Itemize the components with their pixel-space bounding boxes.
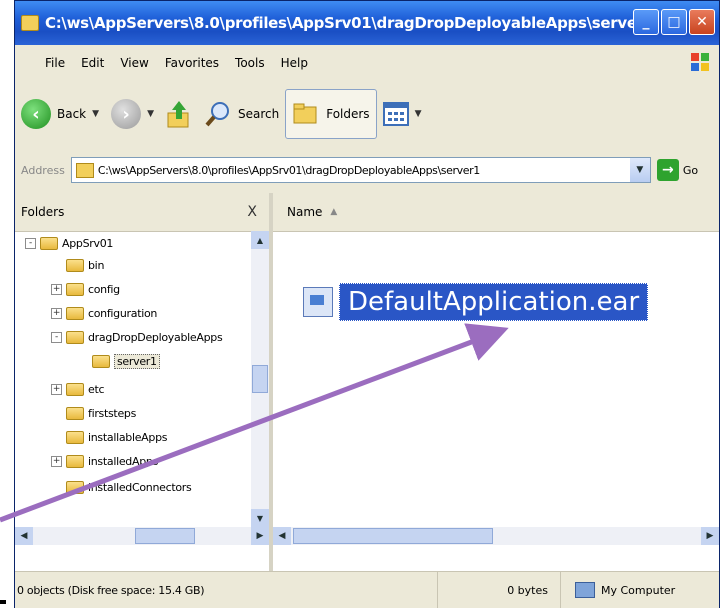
cursor-marker [0, 600, 6, 604]
annotation-arrow [0, 323, 509, 523]
